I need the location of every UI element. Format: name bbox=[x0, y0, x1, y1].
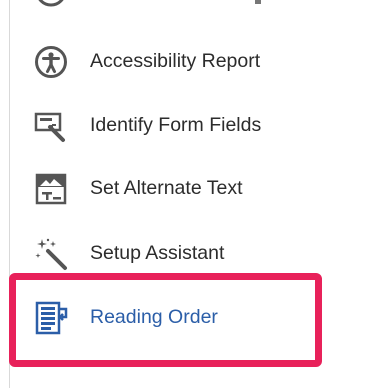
accessibility-icon bbox=[34, 45, 68, 79]
form-fields-icon bbox=[34, 109, 68, 143]
tool-label: Accessibility Report bbox=[90, 50, 261, 72]
tool-list: Accessibility Report Identify Form Field… bbox=[0, 0, 371, 388]
tool-label: Reading Order bbox=[90, 306, 218, 328]
tool-item-setup-assistant[interactable]: Setup Assistant bbox=[0, 228, 371, 276]
tool-label: Identify Form Fields bbox=[90, 114, 262, 136]
alt-text-icon bbox=[34, 172, 68, 206]
tool-item-accessibility-report[interactable]: Accessibility Report bbox=[0, 36, 371, 84]
tool-item-reading-order[interactable]: Reading Order bbox=[0, 292, 371, 340]
tool-item-identify-form-fields[interactable]: Identify Form Fields bbox=[0, 100, 371, 148]
magic-wand-icon bbox=[34, 237, 68, 271]
tool-label: Setup Assistant bbox=[90, 242, 225, 264]
reading-order-icon bbox=[34, 301, 68, 335]
tools-panel: Accessibility Report Identify Form Field… bbox=[0, 0, 371, 388]
tool-label: Set Alternate Text bbox=[90, 177, 243, 199]
tool-item-set-alternate-text[interactable]: Set Alternate Text bbox=[0, 163, 371, 211]
